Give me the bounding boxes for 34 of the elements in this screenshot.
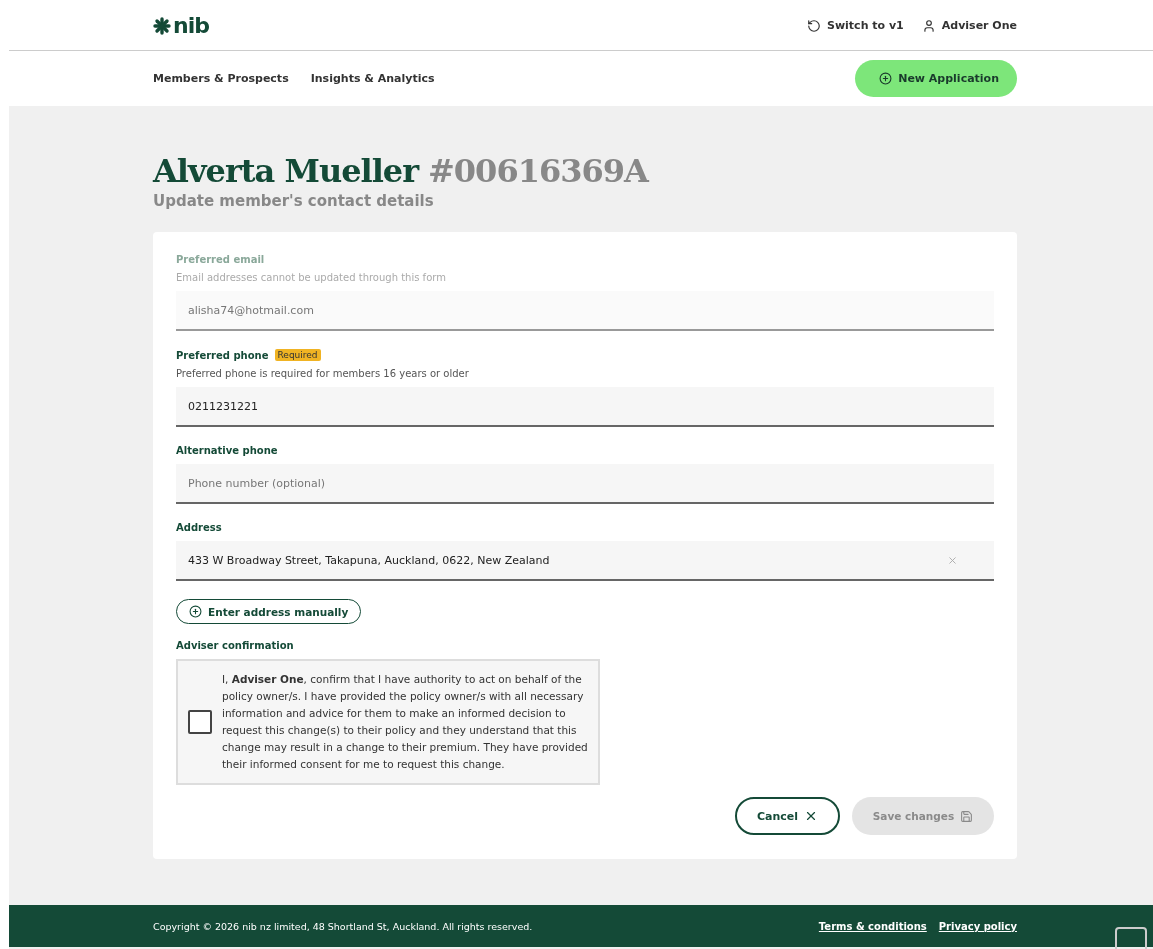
new-application-button[interactable]: New Application [855, 60, 1017, 97]
plus-circle-icon [879, 72, 893, 85]
asterisk-icon [153, 16, 171, 35]
confirmation-text: I, Adviser One, confirm that I have authority to act on behalf of the policy owner/s. I have provided the policy owner/s with all necessary information and advice for them to make an informed decision to request this change(s) to their policy and they understand that this change may result in a change to their premium. They have provided their informed consent for me to request this change. [222, 672, 588, 772]
page-subtitle: Update member's contact details [153, 192, 435, 210]
user-menu[interactable]: Adviser One [921, 18, 1017, 33]
field-label: Alternative phone [176, 445, 278, 456]
input-field[interactable]: 0211231221 [176, 387, 994, 427]
input-field[interactable]: Phone number (optional) [176, 464, 994, 504]
footer-link[interactable]: Terms & conditions [818, 920, 927, 932]
nib-logo[interactable]: nib [153, 13, 209, 38]
field-label: Preferred email [176, 254, 265, 265]
field-hint: Preferred phone is required for members 16 years or older [176, 368, 470, 379]
required-badge: Required [274, 349, 321, 361]
field-label: Adviser confirmation [176, 640, 294, 651]
member-name: Alverta Mueller [153, 152, 419, 190]
cancel-button[interactable]: Cancel [735, 797, 840, 835]
input-field[interactable]: 433 W Broadway Street, Takapuna, Auckland, 0622, New Zealand [176, 541, 994, 581]
field-hint: Email addresses cannot be updated through this form [176, 272, 447, 283]
undo-icon [807, 18, 821, 33]
save-icon [960, 809, 974, 823]
plus-circle-icon [189, 605, 202, 618]
checkbox[interactable] [188, 710, 212, 734]
copyright-text: Copyright © 2026 nib nz limited, 48 Shortland St, Auckland. All rights reserved. [153, 920, 533, 932]
user-icon [921, 18, 936, 33]
logo-text: nib [173, 13, 209, 38]
member-number: #00616369A [428, 152, 648, 190]
nav-link[interactable]: Members & Prospects [153, 72, 289, 85]
footer-link[interactable]: Privacy policy [938, 920, 1017, 932]
field-label: Preferred phone [176, 349, 269, 361]
field-label: Address [176, 522, 222, 533]
nav-link[interactable]: Insights & Analytics [310, 72, 435, 85]
enter-address-manually-button[interactable]: Enter address manually [176, 599, 362, 624]
switch-version-link[interactable]: Switch to v1 [807, 18, 904, 33]
